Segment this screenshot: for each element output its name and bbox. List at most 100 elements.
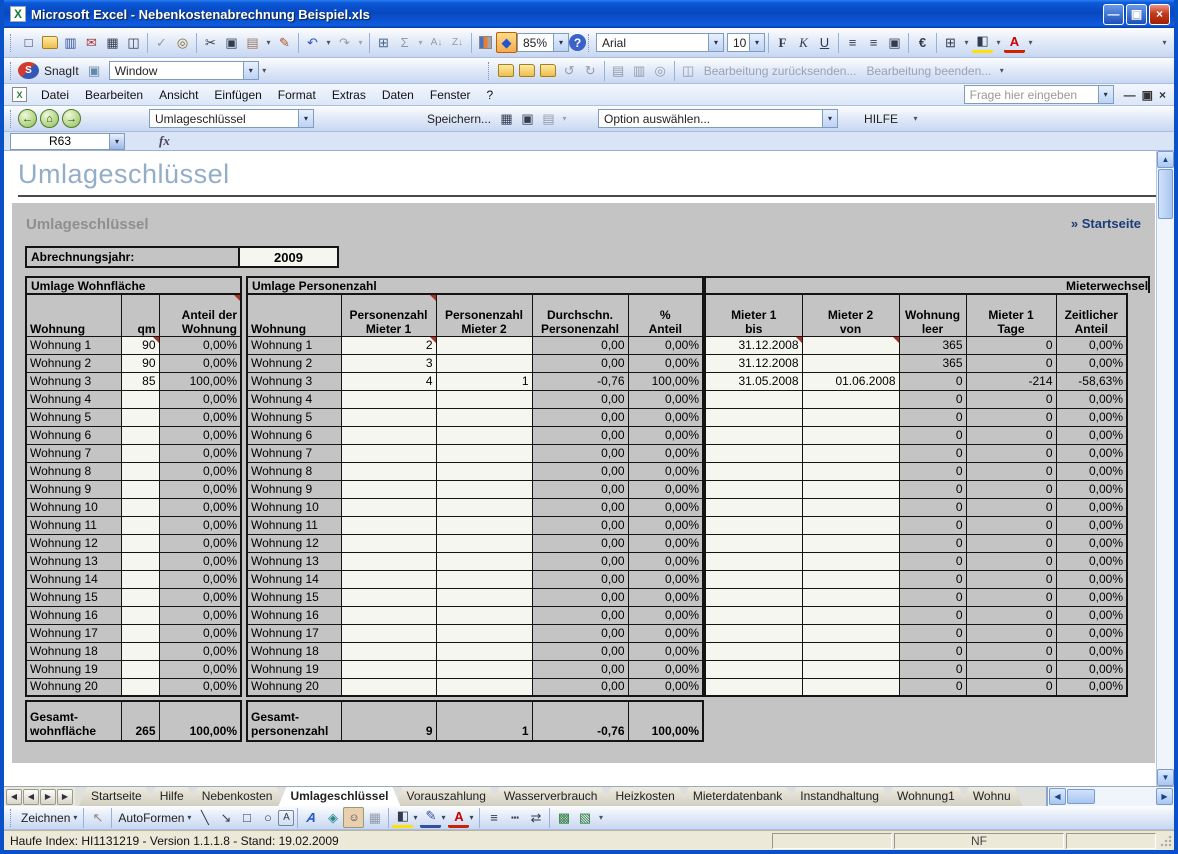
close-button[interactable]: ×: [1149, 4, 1170, 25]
previous-sheet-icon[interactable]: ◀: [23, 789, 39, 805]
toolbar-options-icon[interactable]: ▾: [595, 807, 606, 828]
cell[interactable]: 0,00%: [628, 408, 703, 426]
cell[interactable]: 0: [966, 444, 1056, 462]
borders-dropdown-icon[interactable]: ▾: [961, 32, 972, 53]
cell[interactable]: [705, 408, 802, 426]
chevron-down-icon[interactable]: ▾: [441, 813, 448, 822]
cell[interactable]: [802, 642, 899, 660]
cell[interactable]: [802, 678, 899, 696]
sheet-tab-heizkosten[interactable]: Heizkosten: [603, 787, 686, 806]
cell[interactable]: 0,00%: [628, 660, 703, 678]
cell[interactable]: 0: [966, 516, 1056, 534]
cell[interactable]: 0,00: [532, 552, 628, 570]
copy-icon[interactable]: ▣: [517, 108, 538, 129]
sheet-navigation-select[interactable]: Umlageschlüssel ▾: [149, 109, 314, 128]
name-box-dropdown-icon[interactable]: ▾: [110, 133, 125, 150]
menu-item-bearbeiten[interactable]: Bearbeiten: [77, 86, 151, 104]
cell[interactable]: Wohnung 11: [247, 516, 341, 534]
cell[interactable]: 0,00%: [628, 426, 703, 444]
paste-icon[interactable]: ▤: [538, 108, 559, 129]
cell[interactable]: 0: [899, 498, 966, 516]
cell[interactable]: 0,00%: [628, 588, 703, 606]
flag-icon[interactable]: ◫: [678, 60, 699, 81]
align-left-icon[interactable]: ≡: [842, 32, 863, 53]
cell[interactable]: 0,00%: [1056, 534, 1127, 552]
font-size-select[interactable]: 10 ▾: [727, 33, 765, 52]
fill-color-dropdown-icon[interactable]: ▾: [993, 32, 1004, 53]
column-header[interactable]: Wohnung: [247, 294, 341, 336]
forward-icon[interactable]: ↻: [580, 60, 601, 81]
cell[interactable]: Wohnung 1: [26, 336, 121, 354]
cell[interactable]: 0: [899, 588, 966, 606]
cell[interactable]: 0,00: [532, 678, 628, 696]
cell[interactable]: 0,00%: [159, 390, 241, 408]
new-document-icon[interactable]: □: [18, 32, 39, 53]
cell[interactable]: 0: [966, 660, 1056, 678]
cell[interactable]: 0,00%: [159, 660, 241, 678]
cell[interactable]: [802, 426, 899, 444]
cell[interactable]: 0,00%: [159, 534, 241, 552]
toolbar-grip[interactable]: [10, 110, 14, 128]
cell[interactable]: 365: [899, 336, 966, 354]
cell[interactable]: 0: [966, 462, 1056, 480]
cell[interactable]: 0,00: [532, 570, 628, 588]
cell[interactable]: 0,00%: [1056, 354, 1127, 372]
autosum-dropdown-icon[interactable]: ▾: [415, 32, 426, 53]
cell[interactable]: [705, 498, 802, 516]
cell[interactable]: [436, 606, 532, 624]
column-header[interactable]: qm: [121, 294, 159, 336]
cell[interactable]: -214: [966, 372, 1056, 390]
scroll-track[interactable]: [1096, 789, 1156, 804]
save-version-icon[interactable]: [517, 60, 538, 81]
cell[interactable]: 0: [966, 408, 1056, 426]
cell[interactable]: 0,00%: [159, 408, 241, 426]
cell[interactable]: 31.12.2008: [705, 354, 802, 372]
cell[interactable]: [436, 444, 532, 462]
snagit-mode-select[interactable]: Window ▾: [109, 61, 259, 80]
cell[interactable]: 0: [966, 390, 1056, 408]
cell[interactable]: [436, 642, 532, 660]
cell[interactable]: 0,00%: [628, 444, 703, 462]
cell[interactable]: [705, 642, 802, 660]
cell[interactable]: [705, 516, 802, 534]
cell[interactable]: 0,00: [532, 642, 628, 660]
cell[interactable]: 0,00: [532, 498, 628, 516]
spelling-icon[interactable]: ✓: [151, 32, 172, 53]
cell[interactable]: Wohnung 4: [26, 390, 121, 408]
cell[interactable]: 31.05.2008: [705, 372, 802, 390]
print-icon[interactable]: ▦: [496, 108, 517, 129]
cell[interactable]: 0,00%: [1056, 588, 1127, 606]
cell[interactable]: 0,00: [532, 480, 628, 498]
cell[interactable]: [121, 444, 159, 462]
question-input[interactable]: Frage hier eingeben ▾: [964, 85, 1114, 104]
font-color-icon[interactable]: A: [1004, 32, 1025, 53]
cell[interactable]: 0,00%: [159, 624, 241, 642]
cell[interactable]: 0,00%: [1056, 570, 1127, 588]
cell[interactable]: [341, 498, 436, 516]
attachment-icon[interactable]: ◎: [650, 60, 671, 81]
sheet-tab-nebenkosten[interactable]: Nebenkosten: [190, 787, 285, 806]
horizontal-scrollbar[interactable]: ◀ ▶: [1046, 787, 1174, 806]
scroll-track[interactable]: [1157, 220, 1174, 769]
column-header[interactable]: Wohnung leer: [899, 294, 966, 336]
cell[interactable]: [121, 426, 159, 444]
cell[interactable]: 0,00: [532, 444, 628, 462]
menu-item-daten[interactable]: Daten: [374, 86, 422, 104]
cell[interactable]: 0: [899, 570, 966, 588]
cell[interactable]: 365: [899, 354, 966, 372]
cell[interactable]: [436, 534, 532, 552]
column-header[interactable]: Personenzahl Mieter 2: [436, 294, 532, 336]
sheet-tab-wohnung1[interactable]: Wohnung1: [885, 787, 967, 806]
scroll-right-icon[interactable]: ▶: [1156, 788, 1173, 805]
merge-center-icon[interactable]: ▣: [884, 32, 905, 53]
cell[interactable]: Wohnung 2: [247, 354, 341, 372]
threed-style-icon[interactable]: ▧: [574, 807, 595, 828]
cell[interactable]: [436, 480, 532, 498]
cell[interactable]: [341, 462, 436, 480]
cell[interactable]: -58,63%: [1056, 372, 1127, 390]
horizontal-scroll-thumb[interactable]: [1067, 789, 1095, 804]
cell[interactable]: 0,00%: [628, 498, 703, 516]
startseite-link[interactable]: » Startseite: [1071, 216, 1141, 231]
cell[interactable]: [341, 552, 436, 570]
restore-button[interactable]: ▣: [1126, 4, 1147, 25]
